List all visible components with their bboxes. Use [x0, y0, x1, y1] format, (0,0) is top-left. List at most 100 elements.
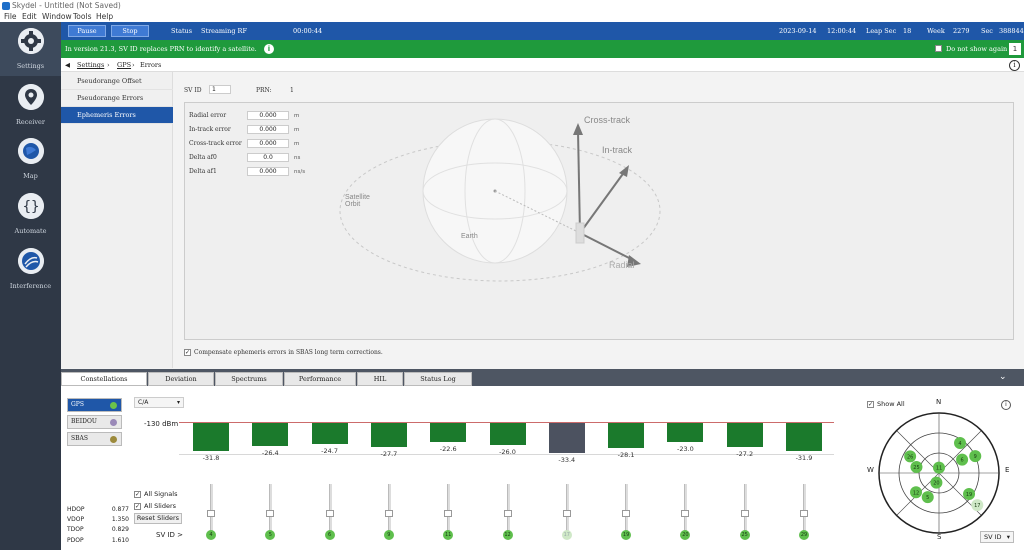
ephemeris-errors-panel: SV ID 1 PRN: 1 Radial error 0.000 m In-t… — [173, 72, 1024, 368]
sky-satellite-label: 19 — [966, 492, 972, 498]
collapse-chevron-icon[interactable]: ⌄ — [999, 372, 1007, 382]
cross-track-label: Cross-track — [584, 115, 631, 125]
sky-sort-select[interactable]: SV ID ▾ — [980, 531, 1014, 543]
delta-af1-field[interactable]: 0.000 — [247, 167, 289, 176]
menu-help[interactable]: Help — [96, 12, 113, 21]
help-info-icon[interactable]: i — [1009, 60, 1020, 71]
power-slider-knob[interactable] — [384, 510, 393, 517]
do-not-show-checkbox[interactable] — [935, 45, 942, 52]
all-sliders-checkbox[interactable]: ✓ — [134, 503, 141, 510]
info-icon[interactable]: i — [264, 44, 274, 54]
signal-bar — [608, 423, 645, 448]
sv-id-chip[interactable]: 25 — [739, 530, 750, 540]
dop-value: 1.350 — [111, 516, 129, 523]
signal-bar-value: -27.2 — [736, 449, 754, 458]
power-slider-knob[interactable] — [503, 510, 512, 517]
signal-select[interactable]: C/A ▾ — [134, 397, 184, 408]
earth-label: Earth — [461, 233, 478, 240]
signal-bar — [667, 423, 704, 443]
sky-sort-value: SV ID — [984, 533, 1002, 541]
breadcrumb-sep-icon: › — [132, 61, 135, 69]
sv-id-chip[interactable]: 4 — [206, 530, 216, 540]
power-slider-knob[interactable] — [622, 510, 631, 517]
menu-tools[interactable]: Tools — [73, 12, 91, 21]
nav-settings[interactable]: Settings — [0, 22, 61, 76]
nav-label: Automate — [14, 227, 47, 235]
menu-edit[interactable]: Edit — [22, 12, 37, 21]
sv-id-chip[interactable]: 29 — [799, 530, 809, 540]
delta-af0-field[interactable]: 0.0 — [247, 153, 289, 162]
cross-track-error-field[interactable]: 0.000 — [247, 139, 289, 148]
status-label: Status — [171, 27, 193, 35]
compass-east: E — [1005, 466, 1010, 474]
tab-status-log[interactable]: Status Log — [404, 372, 472, 386]
system-sbas-button[interactable]: SBAS — [67, 432, 122, 446]
tab-deviation[interactable]: Deviation — [148, 372, 214, 386]
system-name: SBAS — [71, 435, 88, 442]
power-slider-knob[interactable] — [740, 510, 749, 517]
breadcrumb-settings[interactable]: Settings — [77, 61, 104, 69]
system-beidou-button[interactable]: BEIDOU — [67, 415, 122, 429]
breadcrumb-gps[interactable]: GPS — [117, 61, 131, 69]
menu-file[interactable]: File — [4, 12, 17, 21]
delta-af1-label: Delta af1 — [189, 168, 217, 175]
sv-id-chip[interactable]: 19 — [621, 530, 632, 540]
power-slider-knob[interactable] — [800, 510, 808, 517]
nav-map[interactable]: Map — [0, 132, 61, 186]
power-slider-knob[interactable] — [681, 510, 690, 517]
sv-id-chip[interactable]: 9 — [383, 530, 394, 540]
sv-id-chip[interactable]: 6 — [324, 530, 335, 540]
tab-constellations[interactable]: Constellations — [61, 372, 147, 386]
constellations-panel: GPS BEIDOU SBAS HDOP 0.877 VDOP 1.350 TDOP… — [61, 386, 1024, 550]
sv-id-chip[interactable]: 5 — [265, 530, 276, 540]
radial-error-field[interactable]: 0.000 — [247, 111, 289, 120]
in-track-error-unit: m — [294, 127, 300, 133]
submenu-ephemeris-errors[interactable]: Ephemeris Errors — [61, 107, 173, 124]
signal-bar — [726, 423, 763, 447]
submenu-pseudorange-offset[interactable]: Pseudorange Offset — [61, 73, 173, 90]
signal-select-value: C/A — [138, 399, 149, 406]
nav-automate[interactable]: {} Automate — [0, 187, 61, 241]
menu-bar: File Edit Window Tools Help — [0, 12, 1024, 22]
power-slider-knob[interactable] — [325, 510, 334, 517]
chevron-down-icon: ▾ — [1006, 533, 1010, 541]
pause-button[interactable]: Pause — [68, 25, 106, 37]
menu-window[interactable]: Window — [42, 12, 72, 21]
sv-id-chip[interactable]: 17 — [561, 530, 572, 540]
sky-satellite-label: 6 — [961, 458, 964, 464]
power-slider-knob[interactable] — [444, 510, 453, 517]
sv-id-chip[interactable]: 11 — [443, 530, 454, 540]
sv-id-chip[interactable]: 20 — [680, 530, 691, 540]
sky-satellite-label: 26 — [907, 454, 913, 460]
system-name: BEIDOU — [71, 418, 97, 425]
power-slider-knob[interactable] — [266, 510, 275, 517]
cross-track-error-unit: m — [294, 141, 300, 147]
nav-label: Settings — [16, 62, 45, 70]
show-all-checkbox[interactable]: ✓ — [867, 401, 874, 408]
stop-button[interactable]: Stop — [111, 25, 149, 37]
in-track-error-field[interactable]: 0.000 — [247, 125, 289, 134]
submenu-pseudorange-errors[interactable]: Pseudorange Errors — [61, 90, 173, 107]
reset-sliders-button[interactable]: Reset Sliders — [134, 513, 182, 524]
back-arrow-icon[interactable]: ◀ — [65, 61, 70, 69]
nav-receiver[interactable]: Receiver — [0, 78, 61, 132]
sec-value: 388844 — [999, 27, 1024, 35]
power-slider-knob[interactable] — [207, 510, 215, 517]
sv-id-chip[interactable]: 12 — [502, 530, 513, 540]
system-gps-button[interactable]: GPS — [67, 398, 122, 412]
sv-id-spinner[interactable]: 1 — [209, 85, 231, 94]
compensate-checkbox[interactable]: ✓ — [184, 349, 191, 356]
in-track-error-label: In-track error — [189, 126, 231, 133]
nav-interference[interactable]: Interference — [0, 242, 61, 296]
notice-count[interactable]: 1 — [1009, 43, 1021, 55]
nav-label: Map — [23, 172, 38, 180]
show-all-label: Show All — [877, 400, 905, 408]
tab-hil[interactable]: HIL — [357, 372, 403, 386]
tab-performance[interactable]: Performance — [284, 372, 356, 386]
power-slider-knob[interactable] — [562, 510, 571, 517]
all-signals-checkbox[interactable]: ✓ — [134, 491, 141, 498]
system-name: GPS — [71, 401, 84, 408]
signal-bar — [311, 423, 348, 444]
cross-track-error-label: Cross-track error — [189, 140, 242, 147]
tab-spectrums[interactable]: Spectrums — [215, 372, 283, 386]
